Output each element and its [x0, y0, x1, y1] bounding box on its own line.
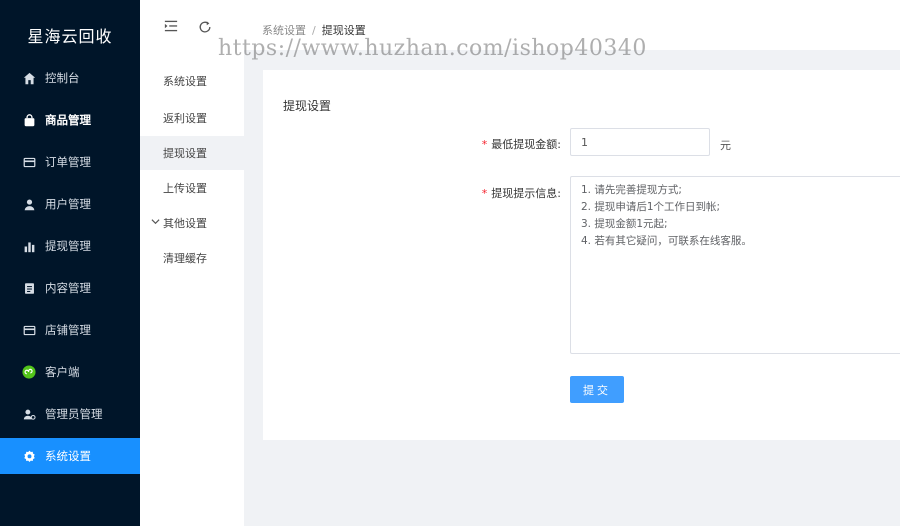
store-icon — [22, 323, 36, 337]
collapse-menu-icon[interactable] — [164, 18, 180, 34]
settings-card: 提现设置 *最低提现金额: 元 *提现提示信息: 1. 请先完善提现方式; 2.… — [263, 70, 900, 440]
page-title: 提现设置 — [283, 99, 332, 113]
min-amount-label-wrap: * 最低提现金额: — [423, 136, 561, 156]
required-asterisk: * — [481, 138, 488, 151]
bag-icon — [22, 113, 36, 127]
sidebar-item-label: 控制台 — [45, 71, 80, 85]
submenu-item-withdrawal[interactable]: 提现设置 — [140, 136, 244, 170]
sidebar-item-label: 店铺管理 — [45, 323, 91, 337]
sidebar-item-products[interactable]: 商品管理 — [0, 102, 140, 138]
sidebar: 星海云回收 控制台 商品管理 订单管理 用户管理 提现管理 内容管理 店铺管理 … — [0, 0, 140, 526]
required-asterisk: * — [481, 187, 488, 200]
sidebar-item-label: 系统设置 — [45, 449, 91, 463]
breadcrumb: 系统设置 / 提现设置 — [262, 22, 366, 38]
sidebar-item-label: 订单管理 — [45, 155, 91, 169]
submenu-item-system[interactable]: 系统设置 — [140, 64, 244, 98]
refresh-icon[interactable] — [198, 20, 212, 36]
min-amount-input[interactable] — [570, 128, 710, 156]
mini-program-icon — [22, 365, 36, 379]
document-icon — [22, 281, 36, 295]
submenu-item-label: 其他设置 — [163, 217, 207, 230]
sidebar-item-label: 商品管理 — [45, 113, 91, 127]
sidebar-item-label: 内容管理 — [45, 281, 91, 295]
admin-icon — [22, 407, 36, 421]
sidebar-item-admins[interactable]: 管理员管理 — [0, 396, 140, 432]
bar-chart-icon — [22, 239, 36, 253]
tip-line: 2. 提现申请后1个工作日到帐; — [581, 201, 721, 213]
user-icon — [22, 197, 36, 211]
sidebar-item-client[interactable]: 客户端 — [0, 354, 140, 390]
min-amount-label-text: 最低提现金额: — [491, 138, 561, 151]
tip-label: * 提现提示信息: — [482, 185, 561, 201]
sidebar-item-label: 提现管理 — [45, 239, 91, 253]
gear-icon — [22, 449, 36, 463]
sidebar-item-label: 客户端 — [45, 365, 80, 379]
tip-line: 4. 若有其它疑问，可联系在线客服。 — [581, 235, 752, 247]
submenu-item-upload[interactable]: 上传设置 — [140, 171, 244, 205]
breadcrumb-current: 提现设置 — [321, 24, 366, 37]
breadcrumb-separator: / — [312, 24, 316, 37]
sidebar-item-orders[interactable]: 订单管理 — [0, 144, 140, 180]
chevron-down-icon — [151, 217, 160, 229]
submenu-item-clear-cache[interactable]: 清理缓存 — [140, 241, 244, 275]
submenu-item-label: 提现设置 — [163, 147, 207, 160]
tip-textarea[interactable]: 1. 请先完善提现方式; 2. 提现申请后1个工作日到帐; 3. 提现金额1元起… — [570, 176, 900, 354]
unit-label: 元 — [720, 139, 731, 152]
sidebar-item-withdrawals[interactable]: 提现管理 — [0, 228, 140, 264]
top-bar: 系统设置 / 提现设置 — [140, 0, 900, 50]
tip-line: 3. 提现金额1元起; — [581, 218, 668, 230]
settings-submenu: 系统设置 返利设置 提现设置 上传设置 其他设置 清理缓存 — [140, 0, 244, 526]
submenu-item-other[interactable]: 其他设置 — [140, 206, 244, 240]
sidebar-item-users[interactable]: 用户管理 — [0, 186, 140, 222]
submenu-item-rebate[interactable]: 返利设置 — [140, 101, 244, 135]
home-icon — [22, 71, 36, 85]
breadcrumb-item[interactable]: 系统设置 — [262, 24, 306, 37]
min-amount-label: * 最低提现金额: — [482, 136, 561, 152]
submenu-item-label: 上传设置 — [163, 182, 207, 195]
sidebar-item-dashboard[interactable]: 控制台 — [0, 60, 140, 96]
tip-label-wrap: * 提现提示信息: — [423, 185, 561, 205]
submenu-item-label: 返利设置 — [163, 112, 207, 125]
sidebar-item-label: 用户管理 — [45, 197, 91, 211]
submenu-item-label: 清理缓存 — [163, 252, 207, 265]
sidebar-item-stores[interactable]: 店铺管理 — [0, 312, 140, 348]
sidebar-item-label: 管理员管理 — [45, 407, 103, 421]
card-icon — [22, 155, 36, 169]
tip-line: 1. 请先完善提现方式; — [581, 184, 682, 196]
submenu-item-label: 系统设置 — [163, 75, 207, 88]
tip-label-text: 提现提示信息: — [491, 187, 561, 200]
sidebar-item-content[interactable]: 内容管理 — [0, 270, 140, 306]
sidebar-item-system-settings[interactable]: 系统设置 — [0, 438, 140, 474]
submit-button[interactable]: 提交 — [570, 376, 624, 403]
